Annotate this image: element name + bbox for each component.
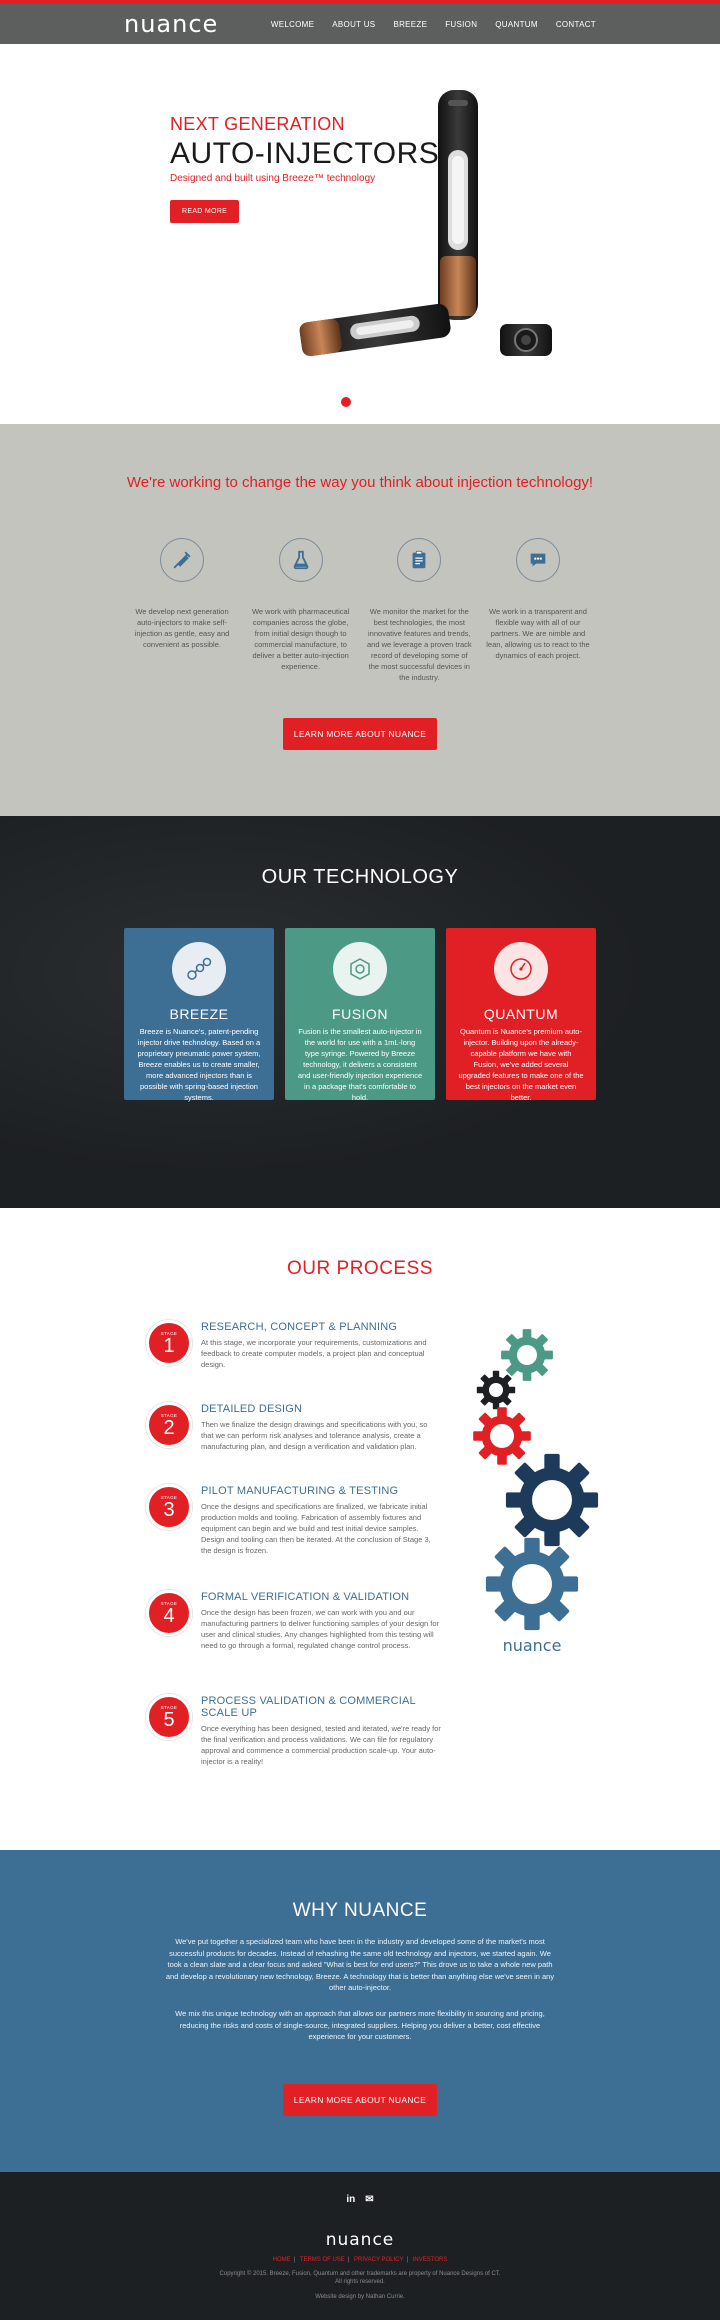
- footer-links: HOME | TERMS OF USE | PRIVACY POLICY | INVE…: [0, 2257, 720, 2263]
- step-text: Once the designs and specifications are …: [201, 1502, 431, 1555]
- stage-number: 3: [163, 1499, 175, 1521]
- read-more-button[interactable]: READ MORE: [170, 200, 240, 223]
- technology-section: OUR TECHNOLOGY BREEZE Breeze is Nuance's…: [0, 816, 720, 1208]
- stage-number: 5: [163, 1709, 175, 1731]
- quantum-text: Quantum is Nuance's premium auto-injecto…: [458, 1027, 584, 1102]
- quantum-title: QUANTUM: [483, 1006, 559, 1022]
- stage-number: 2: [163, 1417, 175, 1439]
- process-section: OUR PROCESS STAGE 1 RESEARCH, CONCEPT & P…: [0, 1208, 720, 1850]
- site-logo[interactable]: nuance: [124, 10, 218, 38]
- quantum-card[interactable]: QUANTUM Quantum is Nuance's premium auto…: [446, 928, 596, 1102]
- site-footer: in ✉ nuance HOME | TERMS OF USE | PRIVACY …: [0, 2172, 720, 2320]
- link-separator: |: [347, 2257, 350, 2263]
- mission-column: We monitor the market for the best techn…: [365, 538, 473, 683]
- mission-column: We develop next generation auto-injector…: [128, 538, 236, 683]
- auto-injector-product-image: [299, 90, 552, 357]
- linkedin-icon[interactable]: in: [346, 2194, 355, 2205]
- mission-title: We're working to change the way you thin…: [126, 474, 594, 491]
- breeze-text: Breeze is Nuance's, patent-pending injec…: [137, 1027, 261, 1102]
- step-title: FORMAL VERIFICATION & VALIDATION: [201, 1591, 410, 1603]
- step-text: Then we finalize the design drawings and…: [201, 1420, 428, 1451]
- technology-cards: BREEZE Breeze is Nuance's, patent-pendin…: [124, 928, 596, 1102]
- fusion-card[interactable]: FUSION Fusion is the smallest auto-injec…: [285, 928, 435, 1102]
- nav-fusion[interactable]: FUSION: [445, 20, 477, 29]
- why-title: WHY NUANCE: [292, 1900, 428, 1921]
- stage-badge: STAGE 4: [146, 1590, 192, 1636]
- step-title: PILOT MANUFACTURING & TESTING: [201, 1485, 399, 1497]
- breeze-card[interactable]: BREEZE Breeze is Nuance's, patent-pendin…: [124, 928, 274, 1102]
- why-section: WHY NUANCE We've put together a speciali…: [0, 1850, 720, 2172]
- stage-number: 1: [163, 1335, 175, 1357]
- mission-text: We monitor the market for the best techn…: [366, 607, 472, 682]
- stage-badge: STAGE 3: [146, 1484, 192, 1530]
- mission-text: We develop next generation auto-injector…: [134, 607, 230, 649]
- mission-column: We work in a transparent and flexible wa…: [484, 538, 592, 683]
- mission-section: We're working to change the way you thin…: [0, 424, 720, 816]
- learn-more-button[interactable]: LEARN MORE ABOUT NUANCE: [283, 718, 437, 750]
- main-nav: WELCOME ABOUT US BREEZE FUSION QUANTUM C…: [271, 20, 596, 29]
- design-credit: Website design by Nathan Currie.: [315, 2294, 405, 2300]
- chat-icon: [515, 538, 560, 582]
- mission-column: We work with pharmaceutical companies ac…: [247, 538, 355, 683]
- step-title: DETAILED DESIGN: [201, 1403, 303, 1415]
- gears-logo: nuance: [503, 1636, 562, 1655]
- copyright: Copyright © 2015. Breeze, Fusion, Quantu…: [0, 2270, 720, 2286]
- email-icon[interactable]: ✉: [365, 2194, 373, 2205]
- nav-about-us[interactable]: ABOUT US: [332, 20, 375, 29]
- why-paragraph-2: We mix this unique technology with an ap…: [175, 2009, 545, 2041]
- step-title: RESEARCH, CONCEPT & PLANNING: [201, 1321, 398, 1333]
- breeze-title: BREEZE: [169, 1006, 229, 1022]
- site-header: nuance WELCOME ABOUT US BREEZE FUSION QU…: [0, 4, 720, 44]
- gauge-icon: [494, 942, 548, 996]
- step-text: Once the design has been frozen, we can …: [201, 1608, 440, 1650]
- footer-link-home[interactable]: HOME: [273, 2257, 291, 2263]
- social-links: in ✉: [0, 2194, 720, 2205]
- footer-link-privacy[interactable]: PRIVACY POLICY: [354, 2257, 403, 2263]
- stage-badge: STAGE 2: [146, 1402, 192, 1448]
- rights-text: All rights reserved.: [335, 2279, 385, 2285]
- mission-text: We work with pharmaceutical companies ac…: [251, 607, 350, 671]
- stage-badge: STAGE 5: [146, 1694, 192, 1740]
- footer-link-investors[interactable]: INVESTORS: [413, 2257, 448, 2263]
- copyright-text: Copyright © 2015. Breeze, Fusion, Quantu…: [219, 2271, 501, 2277]
- stage-badge: STAGE 1: [146, 1320, 192, 1366]
- step-text: Once everything has been designed, teste…: [201, 1724, 441, 1766]
- syringe-icon: [160, 538, 204, 582]
- nav-quantum[interactable]: QUANTUM: [495, 20, 538, 29]
- nav-breeze[interactable]: BREEZE: [393, 20, 427, 29]
- hexagon-nut-icon: [333, 942, 387, 996]
- link-separator: |: [406, 2257, 409, 2263]
- mission-text: We work in a transparent and flexible wa…: [486, 607, 590, 660]
- clipboard-icon: [397, 538, 442, 582]
- molecule-icon: [172, 942, 226, 996]
- step-title: PROCESS VALIDATION & COMMERCIAL SCALE UP: [201, 1695, 416, 1719]
- gears-illustration: nuance: [473, 1329, 599, 1655]
- process-title: OUR PROCESS: [287, 1258, 433, 1279]
- step-text: At this stage, we incorporate your requi…: [201, 1338, 427, 1369]
- fusion-title: FUSION: [332, 1006, 388, 1022]
- nav-contact[interactable]: CONTACT: [556, 20, 596, 29]
- learn-more-about-nuance-button[interactable]: LEARN MORE ABOUT NUANCE: [283, 2084, 437, 2116]
- stage-number: 4: [163, 1605, 175, 1627]
- link-separator: |: [293, 2257, 296, 2263]
- footer-logo[interactable]: nuance: [0, 2230, 720, 2250]
- mission-columns: We develop next generation auto-injector…: [128, 538, 592, 683]
- footer-link-terms[interactable]: TERMS OF USE: [300, 2257, 345, 2263]
- why-paragraph-1: We've put together a specialized team wh…: [165, 1937, 555, 1992]
- fusion-text: Fusion is the smallest auto-injector in …: [297, 1027, 423, 1102]
- page: nuance WELCOME ABOUT US BREEZE FUSION QU…: [0, 0, 720, 2320]
- hero-slider: NEXT GENERATION AUTO-INJECTORS Designed …: [0, 44, 720, 424]
- technology-title: OUR TECHNOLOGY: [261, 866, 459, 888]
- flask-icon: [278, 538, 323, 582]
- slider-dot-active[interactable]: [341, 397, 351, 407]
- nav-welcome[interactable]: WELCOME: [271, 20, 314, 29]
